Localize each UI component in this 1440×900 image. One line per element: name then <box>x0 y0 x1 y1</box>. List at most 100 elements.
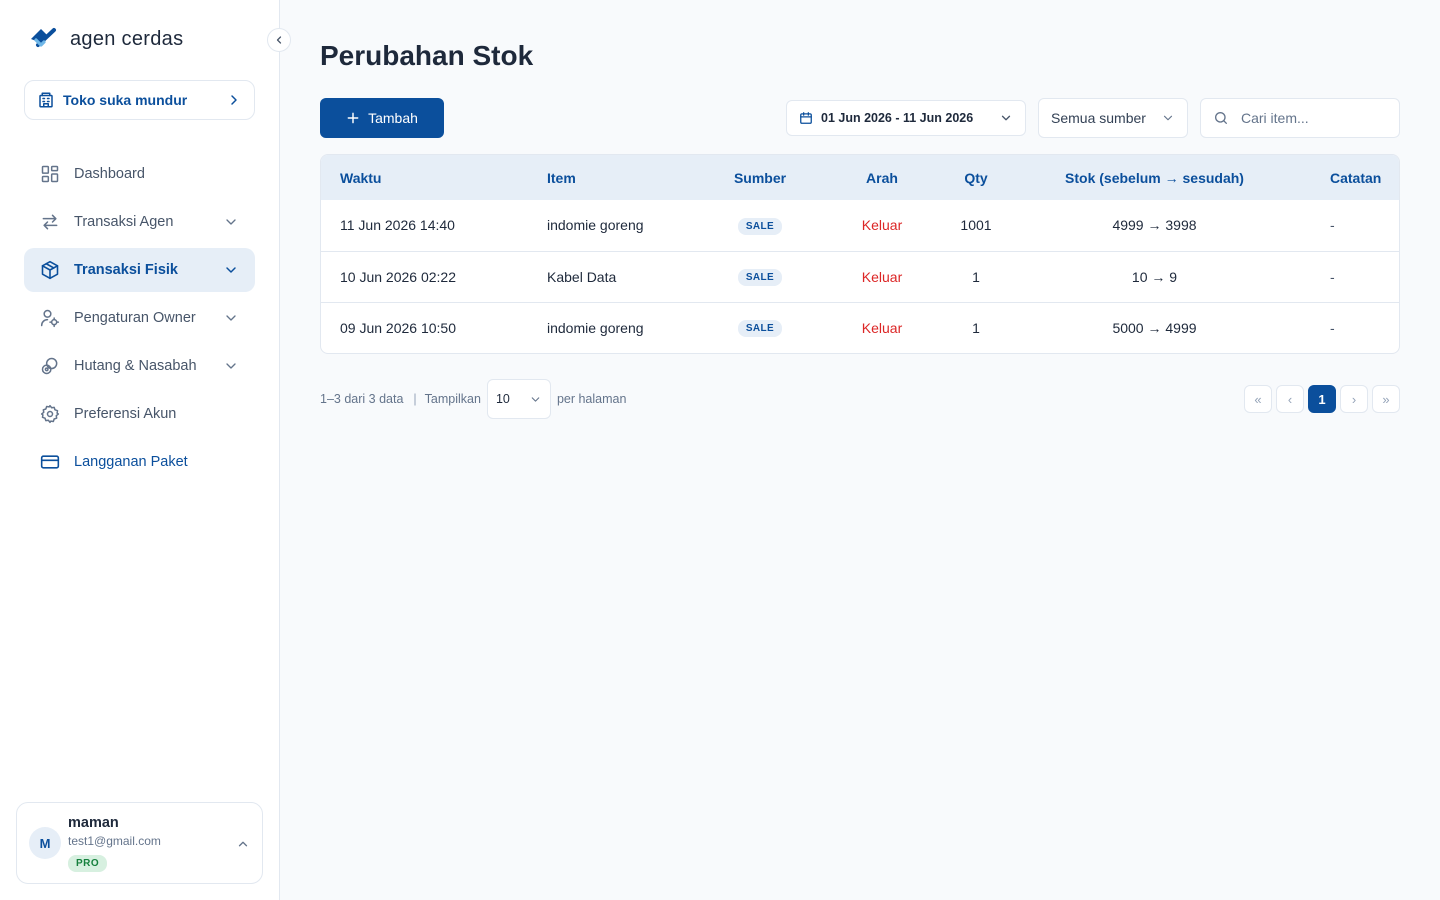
sidebar-item-pengaturan-owner[interactable]: Pengaturan Owner <box>24 296 255 340</box>
sidebar-item-transaksi-fisik[interactable]: Transaksi Fisik <box>24 248 255 292</box>
pagination-range: 1–3 dari 3 data <box>320 392 404 406</box>
sidebar-item-preferensi-akun[interactable]: Preferensi Akun <box>24 392 255 436</box>
source-badge: SALE <box>737 269 783 286</box>
store-name: Toko suka mundur <box>63 92 188 108</box>
cell-arah: Keluar <box>861 217 903 234</box>
building-icon <box>39 92 53 108</box>
col-arah: Arah <box>866 169 898 186</box>
cell-sumber: SALE <box>705 301 815 353</box>
sidebar-item-label: Preferensi Akun <box>74 406 177 422</box>
sidebar-item-label: Pengaturan Owner <box>74 310 196 326</box>
cell-qty: 1 <box>949 301 1003 353</box>
stock-table: Waktu Item Sumber Arah Qty Stok (sebelum… <box>320 154 1400 354</box>
brand[interactable]: agen cerdas <box>28 26 183 52</box>
per-page-value: 10 <box>495 392 510 406</box>
cell-catatan: - <box>1306 301 1399 353</box>
store-selector[interactable]: Toko suka mundur <box>24 80 255 120</box>
col-stok: Stok (sebelum → sesudah) <box>1065 169 1244 186</box>
pagination-info: 1–3 dari 3 data | Tampilkan 10 per halam… <box>320 379 626 419</box>
col-catatan: Catatan <box>1330 169 1382 186</box>
user-name: maman <box>68 815 119 831</box>
sidebar-item-transaksi-agen[interactable]: Transaksi Agen <box>24 200 255 244</box>
cell-item: Kabel Data <box>547 250 705 302</box>
cell-arah: Keluar <box>815 250 949 302</box>
sidebar-item-langganan-paket[interactable]: Langganan Paket <box>24 440 255 484</box>
collapse-sidebar-button[interactable] <box>267 28 291 52</box>
search-input[interactable] <box>1241 110 1381 126</box>
table-header-row: Waktu Item Sumber Arah Qty Stok (sebelum… <box>321 155 1399 200</box>
next-page-button[interactable]: › <box>1340 385 1368 413</box>
cell-qty: 1 <box>949 250 1003 302</box>
table-row[interactable]: 09 Jun 2026 10:50 indomie goreng SALE Ke… <box>321 301 1399 353</box>
col-waktu: Waktu <box>340 169 382 186</box>
add-button-label: Tambah <box>368 110 418 126</box>
transfer-icon <box>42 214 58 230</box>
page-1-button[interactable]: 1 <box>1308 385 1336 413</box>
user-email: test1@gmail.com <box>68 834 161 848</box>
chevron-down-icon <box>531 396 540 402</box>
cell-stok: 4999 → 3998 <box>1112 217 1197 234</box>
user-settings-icon <box>40 309 60 328</box>
source-badge: SALE <box>737 217 783 235</box>
date-range-picker[interactable]: 01 Jun 2026 - 11 Jun 2026 <box>786 100 1026 136</box>
chevron-down-icon <box>226 267 236 273</box>
cell-waktu: 11 Jun 2026 14:40 <box>340 217 455 234</box>
chevron-right-icon <box>231 95 237 105</box>
table-row[interactable]: 11 Jun 2026 14:40 indomie goreng SALE Ke… <box>321 200 1399 251</box>
cell-waktu: 10 Jun 2026 02:22 <box>321 250 547 302</box>
gear-icon <box>40 404 60 424</box>
sidebar-item-label: Transaksi Fisik <box>74 262 178 278</box>
cell-catatan: - <box>1330 217 1335 234</box>
cell-catatan: - <box>1306 250 1399 302</box>
avatar: M <box>29 827 61 859</box>
add-button[interactable]: Tambah <box>320 98 444 138</box>
cell-stok: 10 → 9 <box>1003 250 1306 302</box>
col-item: Item <box>547 169 576 186</box>
chevron-down-icon <box>1163 115 1173 121</box>
card-icon <box>40 455 60 469</box>
cell-arah: Keluar <box>815 301 949 353</box>
brand-name: agen cerdas <box>70 27 184 50</box>
sidebar-item-label: Langganan Paket <box>74 454 188 470</box>
sidebar: agen cerdas Toko suka mundur Dashboard T… <box>0 0 280 900</box>
per-page-select[interactable]: 10 <box>486 379 551 419</box>
date-range-value: 01 Jun 2026 - 11 Jun 2026 <box>821 111 974 125</box>
search-icon <box>1215 112 1227 124</box>
source-select[interactable]: Semua sumber <box>1038 98 1188 138</box>
sidebar-item-label: Hutang & Nasabah <box>74 358 197 374</box>
box-icon <box>41 260 59 280</box>
table-row[interactable]: 10 Jun 2026 02:22 Kabel Data SALE Keluar… <box>321 250 1399 302</box>
cell-qty: 1001 <box>960 217 992 234</box>
cell-waktu: 09 Jun 2026 10:50 <box>321 301 547 353</box>
chevron-up-icon <box>238 841 248 847</box>
sidebar-item-label: Transaksi Agen <box>74 214 174 230</box>
plan-badge: PRO <box>68 855 108 872</box>
grid-icon <box>41 165 59 183</box>
divider: | <box>413 392 417 406</box>
user-card[interactable]: M maman test1@gmail.com PRO <box>16 802 263 884</box>
chevron-down-icon <box>226 315 236 321</box>
cell-stok: 5000 → 4999 <box>1003 301 1306 353</box>
source-badge: SALE <box>737 320 783 338</box>
chevron-down-icon <box>226 363 236 369</box>
page-title: Perubahan Stok <box>320 40 534 71</box>
last-page-button[interactable]: » <box>1372 385 1400 413</box>
cell-item: indomie goreng <box>547 301 705 353</box>
cell-sumber: SALE <box>705 200 815 251</box>
chevron-left-icon <box>276 36 282 44</box>
sidebar-item-dashboard[interactable]: Dashboard <box>24 152 255 196</box>
sidebar-item-hutang-nasabah[interactable]: Hutang & Nasabah <box>24 344 255 388</box>
prev-page-button[interactable]: ‹ <box>1276 385 1304 413</box>
per-page-suffix: per halaman <box>556 392 627 406</box>
plus-icon <box>347 112 359 124</box>
coins-icon <box>41 357 58 375</box>
logo-icon <box>31 28 56 47</box>
source-select-value: Semua sumber <box>1051 110 1146 126</box>
first-page-button[interactable]: « <box>1244 385 1272 413</box>
col-qty: Qty <box>964 169 988 186</box>
pagination: « ‹ 1 › » <box>1244 385 1400 413</box>
chevron-down-icon <box>1001 115 1011 121</box>
cell-item: indomie goreng <box>547 217 644 234</box>
search-box[interactable] <box>1200 98 1400 138</box>
cell-sumber: SALE <box>705 250 815 302</box>
